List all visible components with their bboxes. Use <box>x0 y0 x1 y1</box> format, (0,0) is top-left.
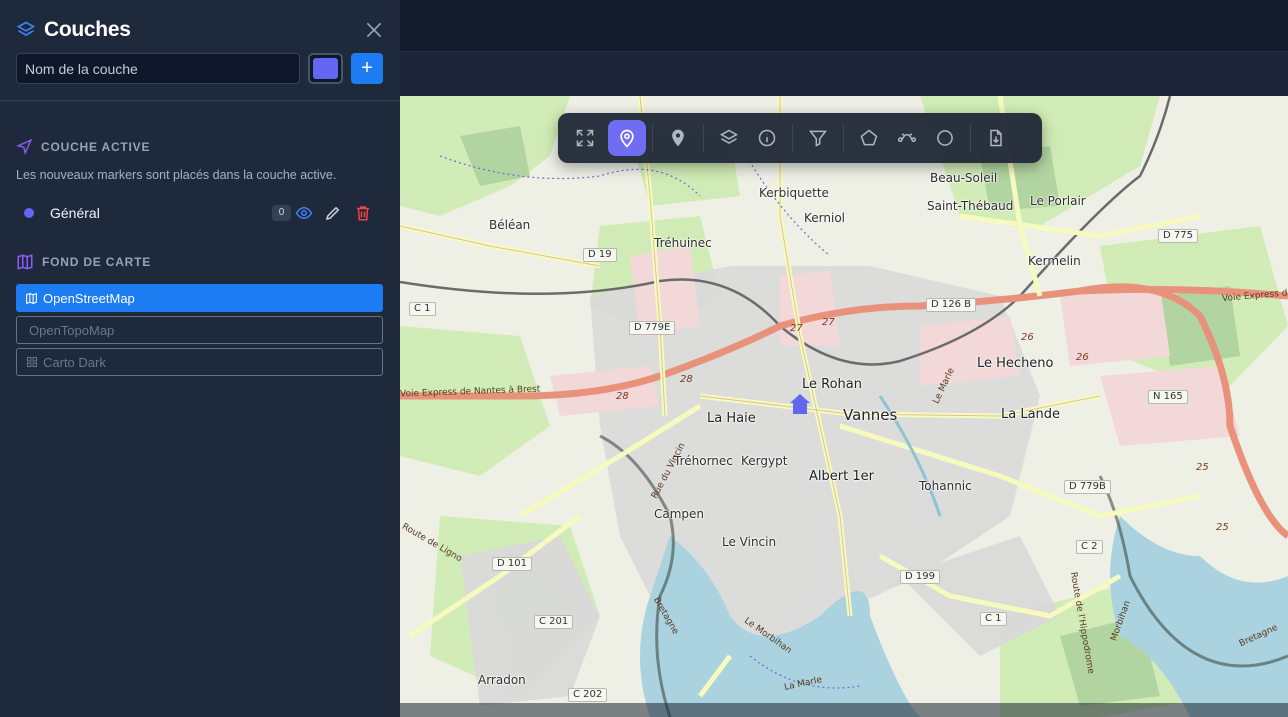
section-heading: COUCHE ACTIVE <box>41 139 151 154</box>
color-swatch <box>313 58 338 79</box>
polygon-icon[interactable] <box>850 120 888 156</box>
road-badge: D 19 <box>583 248 617 262</box>
place-label: Beau-Soleil <box>930 171 998 185</box>
layers-sidebar: Couches + COUCHE ACTIVE Les nouveaux mar… <box>0 0 400 717</box>
map-attribution-bar <box>400 703 1288 717</box>
road-badge: C 1 <box>980 612 1007 626</box>
place-label: Kerbiquette <box>759 186 829 200</box>
road-number: 28 <box>616 391 629 402</box>
road-badge: D 779E <box>629 321 676 335</box>
layers-icon <box>16 21 36 36</box>
place-label: Le Hecheno <box>977 356 1054 371</box>
place-label: Kergypt <box>741 454 788 468</box>
sidebar-header: Couches + <box>0 0 400 101</box>
navigation-icon <box>16 138 33 155</box>
map-icon <box>17 254 33 270</box>
home-marker-icon[interactable] <box>788 392 812 416</box>
place-label: Vannes <box>843 406 898 424</box>
basemap-option-carto-dark[interactable]: Carto Dark <box>16 348 383 376</box>
road-badge: C 202 <box>568 688 608 702</box>
active-layer-hint: Les nouveaux markers sont placés dans la… <box>16 168 337 182</box>
road-badge: N 165 <box>1148 390 1188 404</box>
road-number: 26 <box>1021 332 1034 343</box>
toolbar-divider <box>843 124 844 152</box>
fullscreen-icon[interactable] <box>566 120 604 156</box>
layer-marker-count: 0 <box>272 205 291 221</box>
place-label: Le Rohan <box>802 377 862 392</box>
place-label: Tréhuinec <box>654 236 712 250</box>
top-bar <box>400 0 1288 51</box>
polyline-icon[interactable] <box>888 120 926 156</box>
road-badge: D 126 B <box>926 298 977 312</box>
basemap-heading: FOND DE CARTE <box>16 253 151 271</box>
basemap-label: OpenStreetMap <box>43 290 135 306</box>
location-icon[interactable] <box>659 120 697 156</box>
export-icon[interactable] <box>977 120 1015 156</box>
place-label: Albert 1er <box>809 469 874 484</box>
layer-row[interactable]: Général 0 <box>16 201 383 225</box>
road-badge: D 199 <box>900 570 940 584</box>
place-label: Saint-Thébaud <box>927 199 1014 213</box>
road-number: 27 <box>822 317 835 328</box>
layer-name: Général <box>50 205 100 221</box>
road-number: 27 <box>790 323 803 334</box>
edit-icon[interactable] <box>324 204 342 222</box>
place-label: Arradon <box>478 673 526 687</box>
add-layer-button[interactable]: + <box>351 53 383 84</box>
basemap-option-openstreetmap[interactable]: OpenStreetMap <box>16 284 383 312</box>
place-label: Kermelin <box>1028 254 1081 268</box>
place-label: Le Porlair <box>1030 194 1086 208</box>
sub-bar <box>400 51 1288 96</box>
grid-icon <box>27 357 37 367</box>
place-label: Tréhornec <box>674 454 733 468</box>
layer-color-dot <box>24 208 34 218</box>
circle-icon[interactable] <box>926 120 964 156</box>
toolbar-divider <box>652 124 653 152</box>
app: Kerbiquette Kerniol Beau-Soleil Saint-Th… <box>0 0 1288 717</box>
place-label: La Lande <box>1001 407 1061 422</box>
map-toolbar <box>558 113 1042 163</box>
eye-icon[interactable] <box>295 204 313 222</box>
layer-color-picker[interactable] <box>308 53 343 84</box>
sidebar-title-text: Couches <box>44 18 131 41</box>
road-number: 25 <box>1196 462 1209 473</box>
road-number: 28 <box>680 374 693 385</box>
road-number: 26 <box>1076 352 1089 363</box>
trash-icon[interactable] <box>354 204 372 222</box>
map-pin-icon[interactable] <box>608 120 646 156</box>
layer-name-input[interactable] <box>16 53 300 84</box>
sidebar-title: Couches <box>16 18 131 42</box>
place-label: Tohannic <box>919 479 972 493</box>
layers-icon[interactable] <box>710 120 748 156</box>
road-badge: C 201 <box>534 615 574 629</box>
active-layer-heading: COUCHE ACTIVE <box>16 138 150 155</box>
toolbar-divider <box>792 124 793 152</box>
info-icon[interactable] <box>748 120 786 156</box>
toolbar-divider <box>970 124 971 152</box>
basemap-option-opentopomap[interactable]: OpenTopoMap <box>16 316 383 344</box>
toolbar-divider <box>703 124 704 152</box>
filter-icon[interactable] <box>799 120 837 156</box>
road-number: 25 <box>1216 522 1229 533</box>
road-badge: D 775 <box>1158 229 1198 243</box>
place-label: Le Vincin <box>722 535 777 549</box>
basemap-label: OpenTopoMap <box>29 322 115 338</box>
place-label: Kerniol <box>804 211 845 225</box>
road-badge: D 101 <box>492 557 532 571</box>
road-badge: C 2 <box>1076 540 1103 554</box>
map-canvas[interactable]: Kerbiquette Kerniol Beau-Soleil Saint-Th… <box>400 96 1288 717</box>
close-icon[interactable] <box>364 20 384 40</box>
section-heading: FOND DE CARTE <box>42 255 152 269</box>
road-badge: C 1 <box>409 302 436 316</box>
place-label: Campen <box>654 507 705 521</box>
basemap-label: Carto Dark <box>43 354 106 370</box>
place-label: La Haie <box>707 411 756 426</box>
place-label: Béléan <box>489 218 531 232</box>
road-badge: D 779B <box>1064 480 1111 494</box>
map-icon <box>26 292 37 304</box>
